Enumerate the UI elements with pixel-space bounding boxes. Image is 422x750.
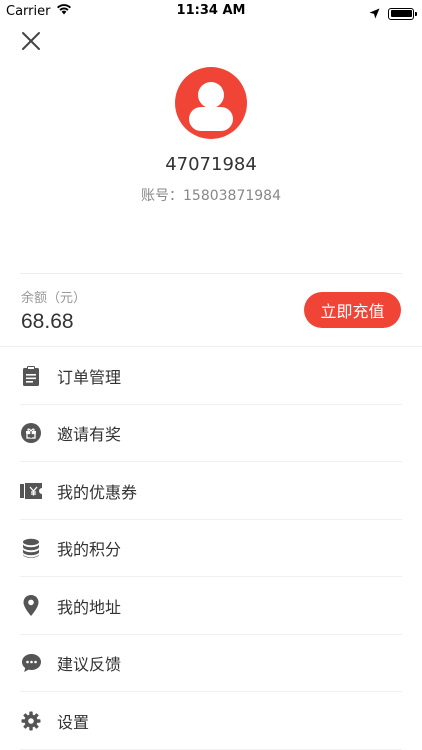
- balance-value: 68.68: [21, 310, 74, 333]
- divider: [20, 273, 402, 274]
- coins-icon: [20, 537, 42, 559]
- clipboard-icon: [20, 365, 42, 387]
- close-icon: [21, 31, 41, 55]
- status-time: 11:34 AM: [176, 3, 246, 18]
- menu-item-address[interactable]: 我的地址: [0, 577, 422, 635]
- recharge-button[interactable]: 立即充值: [304, 292, 401, 328]
- menu-item-orders[interactable]: 订单管理: [0, 347, 422, 405]
- menu-item-invite[interactable]: 邀请有奖: [0, 405, 422, 463]
- user-silhouette-icon: [189, 82, 233, 131]
- menu-list: 订单管理 邀请有奖 我的优惠券 我的积分 我的地址 建议反馈 设置: [0, 347, 422, 750]
- coupon-icon: [20, 480, 42, 502]
- gear-icon: [20, 710, 42, 732]
- account-number: 账号：15803871984: [141, 188, 281, 204]
- close-button[interactable]: [18, 30, 44, 56]
- battery-icon: [388, 7, 417, 20]
- menu-item-label: 我的积分: [57, 540, 122, 560]
- username: 47071984: [165, 154, 257, 175]
- status-right-group: [369, 4, 417, 23]
- menu-item-label: 我的优惠券: [57, 482, 138, 502]
- menu-item-settings[interactable]: 设置: [0, 692, 422, 750]
- menu-item-feedback[interactable]: 建议反馈: [0, 635, 422, 693]
- menu-item-label: 建议反馈: [57, 655, 122, 675]
- balance-label: 余额（元）: [21, 291, 87, 306]
- status-bar: Carrier 11:34 AM: [0, 0, 422, 22]
- menu-item-label: 我的地址: [57, 597, 122, 617]
- menu-item-points[interactable]: 我的积分: [0, 520, 422, 578]
- menu-item-label: 邀请有奖: [57, 425, 122, 445]
- location-pin-icon: [20, 595, 42, 617]
- avatar[interactable]: [175, 67, 247, 139]
- location-arrow-icon: [369, 4, 380, 23]
- gift-icon: [20, 422, 42, 444]
- menu-item-label: 订单管理: [57, 367, 122, 387]
- menu-item-label: 设置: [57, 712, 90, 732]
- chat-bubble-icon: [20, 652, 42, 674]
- menu-item-coupons[interactable]: 我的优惠券: [0, 462, 422, 520]
